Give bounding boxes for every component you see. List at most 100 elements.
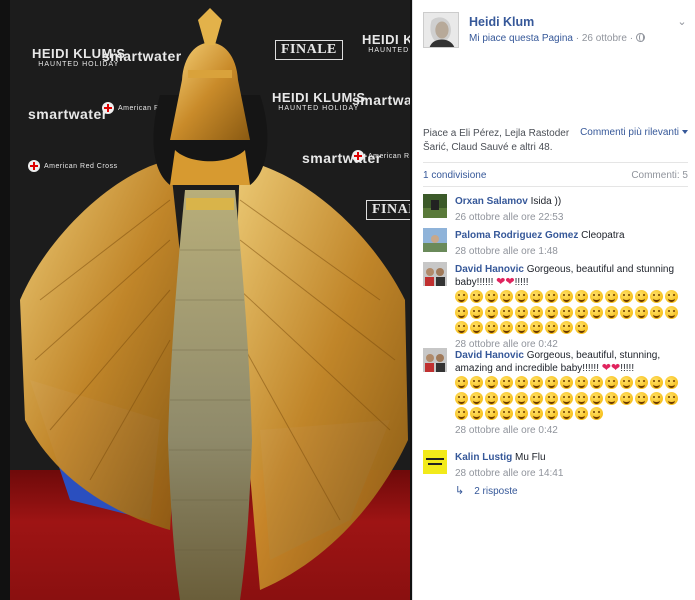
heart-icon: ❤ — [610, 362, 621, 374]
emoji-icon — [575, 406, 588, 420]
chevron-down-icon[interactable]: ⌄ — [676, 16, 688, 28]
comment-text: Cleopatra — [581, 230, 625, 241]
caret-down-icon — [682, 130, 688, 134]
emoji-icon — [620, 376, 633, 390]
emoji-icon — [515, 320, 528, 334]
emoji-icon — [530, 290, 543, 304]
emoji-icon — [470, 376, 483, 390]
emoji-icon — [500, 391, 513, 405]
heart-icon: ❤ — [496, 276, 506, 288]
divider — [423, 162, 688, 163]
emoji-icon — [485, 305, 498, 319]
emoji-icon — [635, 290, 648, 304]
emoji-icon — [620, 305, 633, 319]
comment-text: Mu Flu — [515, 452, 546, 463]
emoji-icon — [605, 391, 618, 405]
emoji-icon — [515, 290, 528, 304]
comment-author[interactable]: Orxan Salamov — [455, 196, 528, 207]
avatar-image — [423, 194, 447, 218]
page-avatar[interactable] — [423, 12, 459, 48]
emoji-icon — [575, 391, 588, 405]
emoji-icon — [500, 290, 513, 304]
photo-frame: HEIDI KLUM'S HAUNTED HOLIDAY smartwater F… — [10, 0, 410, 600]
meta-separator: · — [575, 33, 580, 44]
emoji-icon — [575, 305, 588, 319]
commenter-avatar[interactable] — [423, 194, 447, 218]
like-page-link[interactable]: Mi piace questa Pagina — [469, 33, 573, 44]
avatar-image — [423, 262, 447, 286]
globe-icon[interactable] — [635, 33, 645, 42]
emoji-icon — [500, 320, 513, 334]
emoji-icon — [485, 320, 498, 334]
comment-timestamp[interactable]: 28 ottobre alle ore 1:48 — [455, 245, 687, 258]
emoji-block — [455, 375, 687, 421]
comment-timestamp[interactable]: 28 ottobre alle ore 14:41 — [455, 467, 687, 480]
emoji-icon — [470, 406, 483, 420]
emoji-icon — [545, 320, 558, 334]
emoji-icon — [530, 305, 543, 319]
commenter-avatar[interactable] — [423, 450, 447, 474]
emoji-icon — [665, 376, 678, 390]
emoji-icon — [650, 305, 663, 319]
page-name-link[interactable]: Heidi Klum — [469, 15, 534, 29]
heart-icon: ❤ — [601, 362, 611, 374]
emoji-icon — [485, 406, 498, 420]
view-replies-link[interactable]: ↳ 2 risposte — [455, 484, 518, 497]
emoji-icon — [515, 406, 528, 420]
emoji-icon — [590, 290, 603, 304]
comments-sort-dropdown[interactable]: Commenti più rilevanti — [580, 127, 688, 138]
avatar-image — [423, 228, 447, 252]
comment-timestamp[interactable]: 28 ottobre alle ore 0:42 — [455, 424, 687, 437]
commenter-avatar[interactable] — [423, 348, 447, 372]
emoji-icon — [470, 320, 483, 334]
emoji-icon — [575, 376, 588, 390]
emoji-icon — [605, 376, 618, 390]
emoji-icon — [560, 391, 573, 405]
emoji-icon — [515, 376, 528, 390]
comment-author[interactable]: Paloma Rodriguez Gomez — [455, 230, 578, 241]
comment-author[interactable]: David Hanovic — [455, 350, 524, 361]
comment-timestamp[interactable]: 26 ottobre alle ore 22:53 — [455, 211, 687, 224]
emoji-icon — [545, 305, 558, 319]
emoji-icon — [635, 376, 648, 390]
comment-text-tail: !!!!! — [620, 363, 635, 374]
emoji-icon — [650, 376, 663, 390]
comment-author[interactable]: David Hanovic — [455, 264, 524, 275]
likes-summary[interactable]: Piace a Eli Pérez, Lejla Rastoder Šarić,… — [423, 127, 571, 155]
emoji-icon — [665, 290, 678, 304]
post-side-panel: Heidi Klum Mi piace questa Pagina · 26 o… — [412, 0, 695, 600]
emoji-icon — [560, 320, 573, 334]
emoji-icon — [485, 290, 498, 304]
emoji-icon — [470, 290, 483, 304]
emoji-icon — [635, 305, 648, 319]
emoji-block — [455, 289, 687, 335]
emoji-icon — [560, 305, 573, 319]
emoji-icon — [515, 305, 528, 319]
avatar-image — [423, 450, 447, 474]
emoji-icon — [590, 376, 603, 390]
emoji-icon — [590, 391, 603, 405]
sort-label: Commenti più rilevanti — [580, 127, 679, 138]
emoji-icon — [560, 406, 573, 420]
emoji-icon — [455, 320, 468, 334]
comment-body: Kalin Lustig Mu Flu 28 ottobre alle ore … — [455, 451, 687, 480]
commenter-avatar[interactable] — [423, 228, 447, 252]
emoji-icon — [665, 305, 678, 319]
comment-author[interactable]: Kalin Lustig — [455, 452, 512, 463]
emoji-icon — [665, 391, 678, 405]
emoji-icon — [500, 406, 513, 420]
emoji-icon — [560, 376, 573, 390]
meta-separator: · — [629, 33, 634, 44]
post-date[interactable]: 26 ottobre — [582, 33, 627, 44]
commenter-avatar[interactable] — [423, 262, 447, 286]
comments-count: Commenti: 5 — [631, 170, 688, 181]
divider — [423, 186, 688, 187]
emoji-icon — [455, 376, 468, 390]
emoji-icon — [620, 391, 633, 405]
post-photo[interactable]: HEIDI KLUM'S HAUNTED HOLIDAY smartwater F… — [0, 0, 412, 600]
cleopatra-costume-figure — [20, 8, 408, 600]
emoji-icon — [545, 391, 558, 405]
shares-link[interactable]: 1 condivisione — [423, 170, 486, 181]
avatar-image — [423, 348, 447, 372]
emoji-icon — [455, 406, 468, 420]
